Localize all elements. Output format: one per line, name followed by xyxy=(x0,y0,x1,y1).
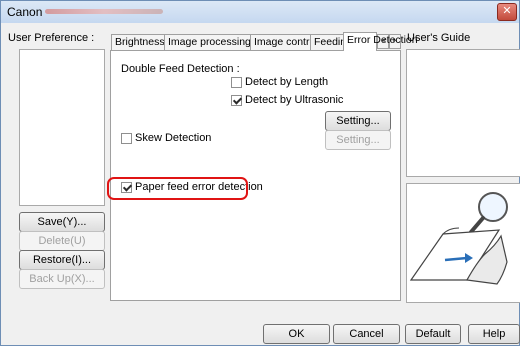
error-detection-page: Double Feed Detection : Detect by Length… xyxy=(110,50,401,301)
highlight-annotation xyxy=(107,177,248,200)
magnifier-handle-icon xyxy=(469,216,485,234)
restore-button[interactable]: Restore(I)... xyxy=(19,250,105,270)
window-title-redacted xyxy=(45,9,163,14)
help-button[interactable]: Help xyxy=(468,324,520,344)
checkbox-icon xyxy=(231,76,242,88)
ok-button[interactable]: OK xyxy=(263,324,330,344)
save-button[interactable]: Save(Y)... xyxy=(19,212,105,232)
scanner-settings-dialog: Canon ✕ User Preference : Save(Y)... Del… xyxy=(0,0,520,346)
cancel-button[interactable]: Cancel xyxy=(333,324,400,344)
checkbox-icon xyxy=(121,132,132,144)
close-button[interactable]: ✕ xyxy=(497,3,517,21)
tab-brightness[interactable]: Brightness xyxy=(111,34,169,50)
users-guide-pane xyxy=(406,49,520,177)
default-button[interactable]: Default xyxy=(405,324,461,344)
window-title: Canon xyxy=(7,5,43,19)
checkbox-checked-icon xyxy=(231,94,242,106)
detect-by-ultrasonic-checkbox[interactable]: Detect by Ultrasonic xyxy=(231,94,343,107)
double-feed-detection-label: Double Feed Detection : xyxy=(121,63,240,75)
delete-button[interactable]: Delete(U) xyxy=(19,231,105,251)
tab-image-processing[interactable]: Image processing xyxy=(164,34,255,50)
illustration-pane xyxy=(406,183,520,303)
skew-setting-button[interactable]: Setting... xyxy=(325,130,391,150)
title-bar: Canon ✕ xyxy=(1,1,519,23)
user-preference-list[interactable] xyxy=(19,49,105,206)
double-feed-setting-button[interactable]: Setting... xyxy=(325,111,391,131)
skew-detection-checkbox[interactable]: Skew Detection xyxy=(121,132,211,145)
user-preference-label: User Preference : xyxy=(8,32,95,44)
tab-error-detection[interactable]: Error Detection xyxy=(343,32,418,51)
backup-button[interactable]: Back Up(X)... xyxy=(19,269,105,289)
paper-feed-illustration xyxy=(409,192,508,285)
detect-by-length-checkbox[interactable]: Detect by Length xyxy=(231,76,328,89)
